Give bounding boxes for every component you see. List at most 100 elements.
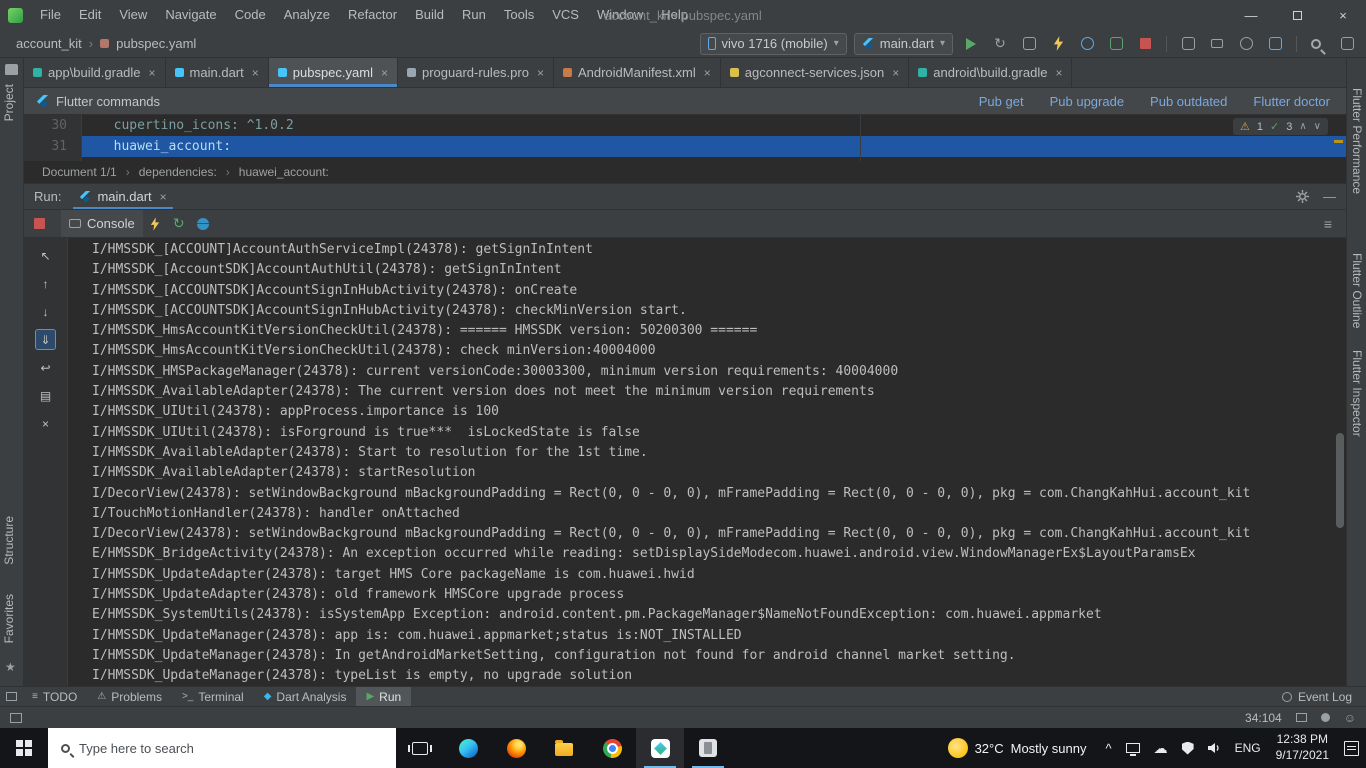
taskbar-app-android-studio[interactable] <box>636 728 684 768</box>
sidebar-item-flutter-inspector[interactable]: Flutter Inspector <box>1350 350 1364 437</box>
flutter-action-link[interactable]: Pub upgrade <box>1050 94 1124 109</box>
close-icon[interactable]: × <box>892 66 899 80</box>
editor-tab[interactable]: proguard-rules.pro × <box>398 58 554 87</box>
menu-item[interactable]: View <box>110 0 156 30</box>
console-gutter-icon[interactable]: ↑ <box>36 274 55 293</box>
breadcrumb-project[interactable]: account_kit <box>16 36 82 51</box>
status-dot-icon[interactable] <box>1320 713 1330 722</box>
menu-item[interactable]: VCS <box>543 0 588 30</box>
tool-window-button[interactable]: >_ Terminal <box>172 687 254 706</box>
clock[interactable]: 12:38 PM 9/17/2021 <box>1268 732 1337 763</box>
hide-panel-icon[interactable]: — <box>1323 189 1336 204</box>
editor[interactable]: 30 cupertino_icons: ^1.0.2 31 huawei_acc… <box>24 115 1346 161</box>
security-shield-icon[interactable] <box>1175 728 1201 768</box>
stop-button[interactable] <box>34 218 45 229</box>
editor-tab[interactable]: main.dart × <box>166 58 269 87</box>
tool-window-button[interactable]: ≡ TODO <box>22 687 87 706</box>
flutter-action-link[interactable]: Pub outdated <box>1150 94 1227 109</box>
apply-changes-icon[interactable]: ↻ <box>989 33 1011 55</box>
close-icon[interactable]: × <box>149 66 156 80</box>
hot-restart-icon[interactable]: ↻ <box>167 215 191 232</box>
sidebar-item-project[interactable]: Project <box>2 84 16 121</box>
memory-indicator-icon[interactable] <box>1295 713 1307 722</box>
hot-reload-icon[interactable] <box>143 216 167 231</box>
flutter-action-link[interactable]: Flutter doctor <box>1253 94 1330 109</box>
onedrive-cloud-icon[interactable]: ☁ <box>1147 728 1175 768</box>
network-icon[interactable] <box>1119 728 1147 768</box>
close-icon[interactable]: × <box>381 66 388 80</box>
close-icon[interactable]: × <box>537 66 544 80</box>
search-everywhere-icon[interactable] <box>1307 33 1329 55</box>
breadcrumb-file[interactable]: pubspec.yaml <box>116 36 196 51</box>
menu-item[interactable]: Refactor <box>339 0 406 30</box>
console-gutter-icon[interactable]: ↖ <box>36 246 55 265</box>
close-button[interactable]: × <box>1320 0 1366 30</box>
prev-issue-chevron[interactable]: ∧ <box>1299 121 1306 132</box>
console-gutter-icon[interactable]: ⇓ <box>35 329 56 350</box>
breadcrumb-item[interactable]: huawei_account: <box>239 165 329 179</box>
maximize-button[interactable] <box>1274 0 1320 30</box>
sidebar-item-flutter-outline[interactable]: Flutter Outline <box>1350 253 1364 328</box>
app-inspection-icon[interactable] <box>1105 33 1127 55</box>
profiler-icon[interactable] <box>1235 33 1257 55</box>
hot-reload-icon[interactable] <box>1047 33 1069 55</box>
editor-tab[interactable]: app\build.gradle × <box>24 58 166 87</box>
flutter-action-link[interactable]: Pub get <box>979 94 1024 109</box>
inspection-widget[interactable]: ⚠ 1 ✓ 3 ∧ ∨ <box>1233 118 1328 135</box>
console-gutter-icon[interactable]: ↩ <box>36 358 55 377</box>
project-tool-icon[interactable] <box>5 64 18 75</box>
editor-tab[interactable]: agconnect-services.json × <box>721 58 910 87</box>
device-selector[interactable]: vivo 1716 (mobile) ▾ <box>699 32 847 55</box>
breadcrumb-item[interactable]: dependencies: <box>139 165 239 179</box>
next-issue-chevron[interactable]: ∨ <box>1314 121 1321 132</box>
menu-item[interactable]: Build <box>406 0 453 30</box>
console-gutter-icon[interactable]: ▤ <box>36 386 55 405</box>
hidden-icons-chevron[interactable]: ^ <box>1098 728 1118 768</box>
feedback-smiley-icon[interactable]: ☺ <box>1344 711 1356 725</box>
menu-item[interactable]: Run <box>453 0 495 30</box>
taskbar-app-firefox[interactable] <box>492 728 540 768</box>
menu-item[interactable]: Tools <box>495 0 543 30</box>
taskbar-app-edge[interactable] <box>444 728 492 768</box>
logcat-icon[interactable] <box>1206 33 1228 55</box>
menu-item[interactable]: Navigate <box>156 0 225 30</box>
language-switcher[interactable]: ENG <box>1228 728 1268 768</box>
console-gutter-icon[interactable]: ↓ <box>36 302 55 321</box>
open-observatory-icon[interactable] <box>191 217 215 230</box>
sidebar-item-structure[interactable]: Structure <box>2 516 16 565</box>
stop-button[interactable] <box>1134 33 1156 55</box>
editor-tab[interactable]: pubspec.yaml × <box>268 58 398 87</box>
taskbar-app-file-explorer[interactable] <box>540 728 588 768</box>
breadcrumb-item[interactable]: Document 1/1 <box>42 165 139 179</box>
warning-stripe-mark[interactable] <box>1334 140 1343 143</box>
close-icon[interactable]: × <box>1055 66 1062 80</box>
search-input[interactable] <box>79 740 396 756</box>
layout-panels-icon[interactable] <box>1336 33 1358 55</box>
sidebar-item-favorites[interactable]: Favorites <box>2 594 16 643</box>
console-options-icon[interactable]: ≡ <box>1324 216 1332 232</box>
minimize-button[interactable]: — <box>1228 0 1274 30</box>
favorites-star-icon[interactable]: ★ <box>5 660 16 674</box>
start-button[interactable] <box>0 728 48 768</box>
attach-debugger-icon[interactable] <box>1018 33 1040 55</box>
tool-window-button[interactable]: ▶ Run <box>356 687 412 706</box>
editor-tab[interactable]: android\build.gradle × <box>909 58 1073 87</box>
tab-console[interactable]: Console <box>61 210 143 237</box>
run-button[interactable] <box>960 33 982 55</box>
open-devtools-icon[interactable] <box>1076 33 1098 55</box>
menu-item[interactable]: Analyze <box>275 0 339 30</box>
weather-widget[interactable]: 32°C Mostly sunny <box>936 728 1099 768</box>
close-icon[interactable]: × <box>252 66 259 80</box>
event-log-button[interactable]: Event Log <box>1281 690 1366 704</box>
menu-item[interactable]: Code <box>226 0 275 30</box>
close-icon[interactable]: × <box>160 190 167 204</box>
editor-tab[interactable]: AndroidManifest.xml × <box>554 58 721 87</box>
task-view-button[interactable] <box>396 728 444 768</box>
sync-project-icon[interactable] <box>1264 33 1286 55</box>
gear-icon[interactable] <box>1296 190 1309 203</box>
close-icon[interactable]: × <box>704 66 711 80</box>
caret-position[interactable]: 34:104 <box>1245 711 1282 725</box>
tool-window-button[interactable]: ⚠ Problems <box>87 687 172 706</box>
toolwindow-toggle-icon[interactable] <box>10 712 22 723</box>
volume-icon[interactable] <box>1201 728 1228 768</box>
